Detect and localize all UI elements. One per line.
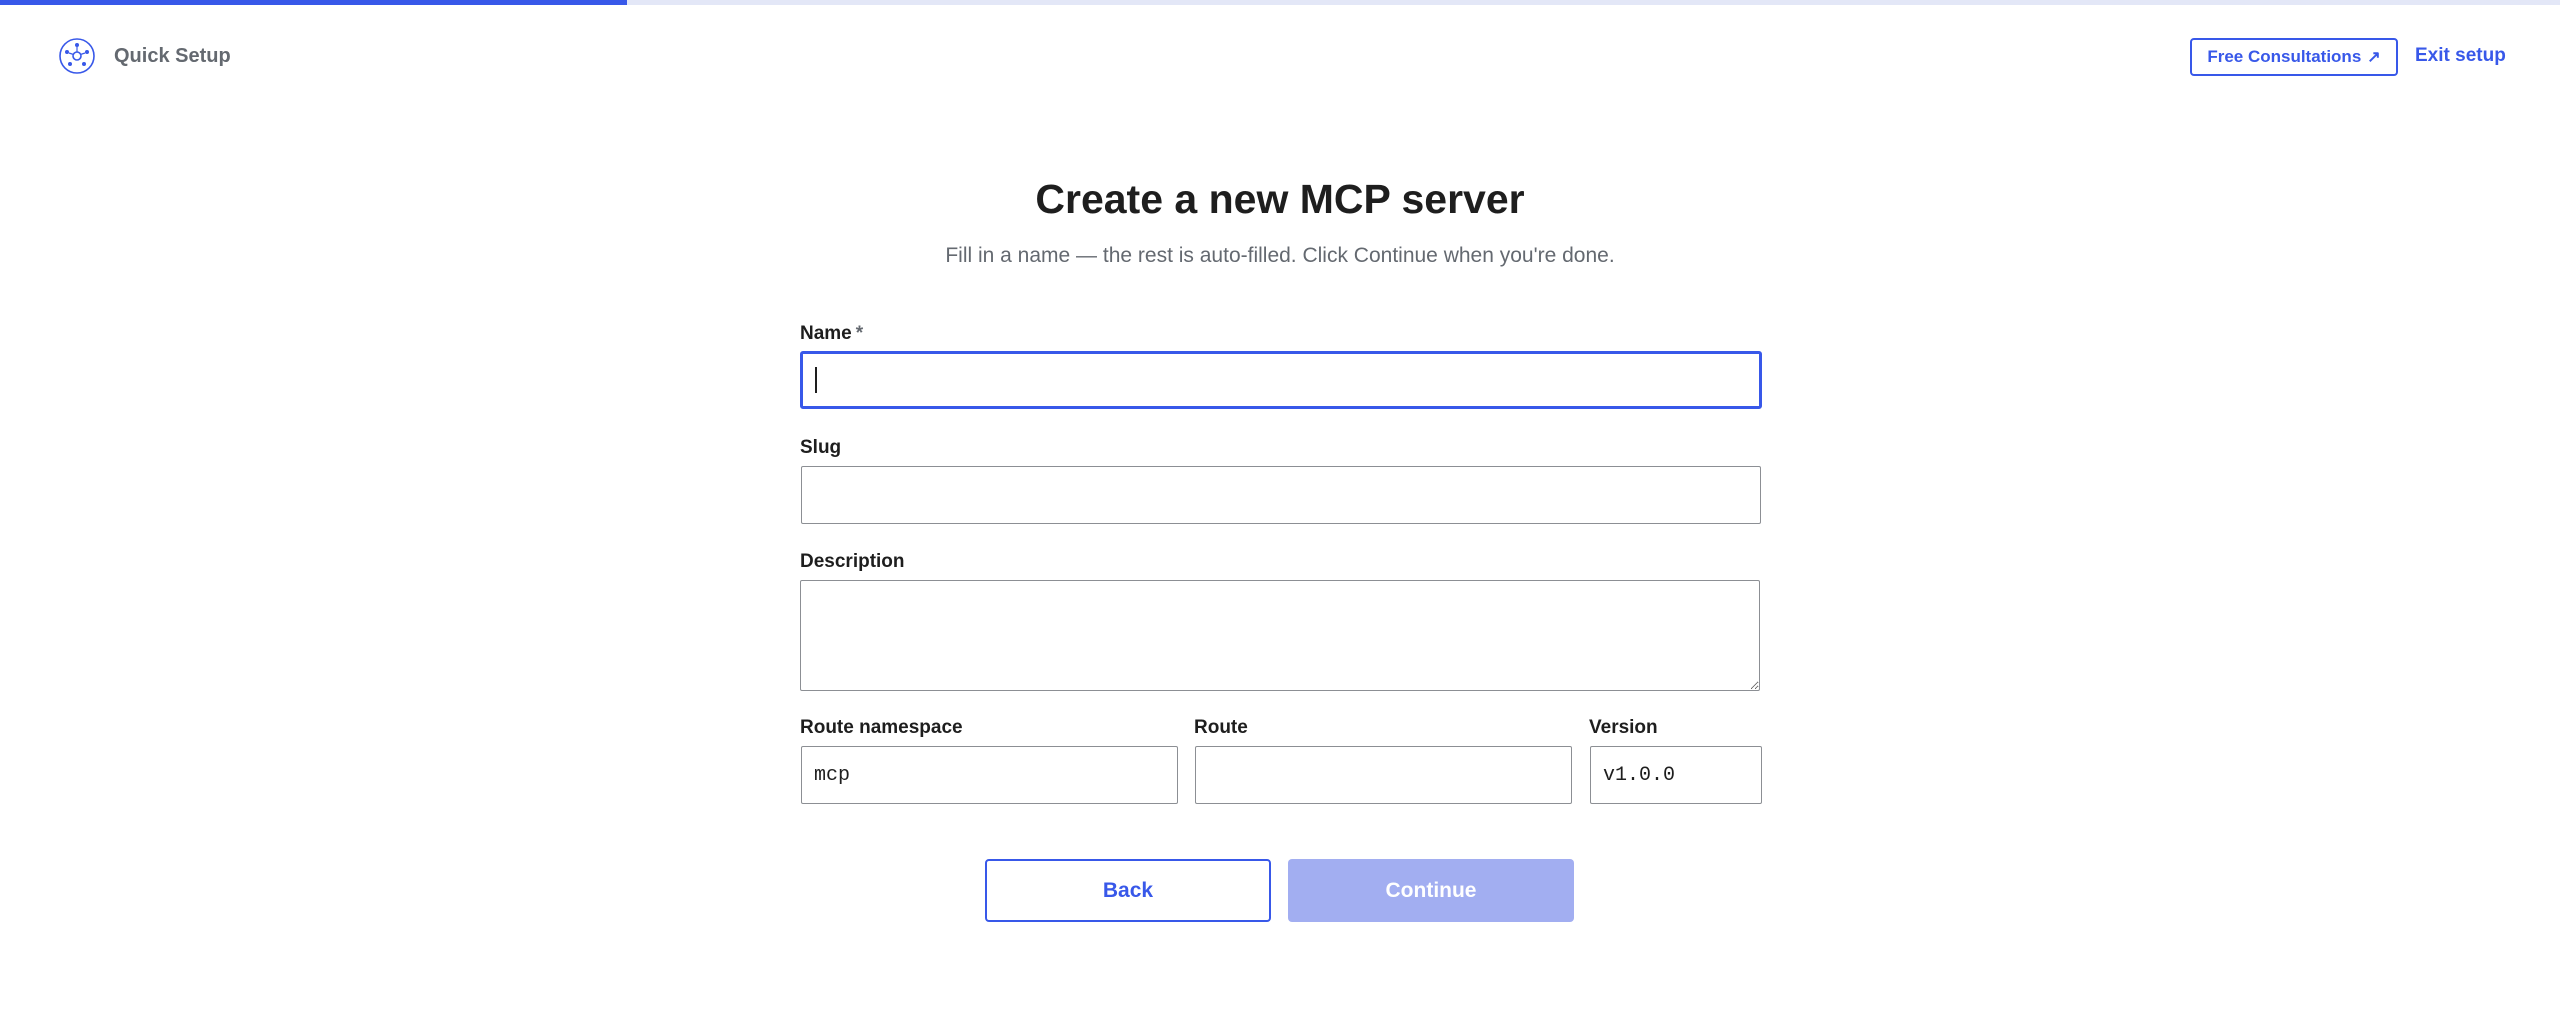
- exit-setup-link[interactable]: Exit setup: [2415, 45, 2506, 67]
- brand: Quick Setup: [58, 37, 231, 75]
- text-caret: [815, 367, 817, 393]
- back-button[interactable]: Back: [985, 859, 1271, 922]
- route-namespace-label: Route namespace: [800, 717, 963, 738]
- external-arrow-icon: ↗: [2367, 49, 2381, 66]
- route-namespace-input[interactable]: [801, 746, 1178, 804]
- top-bar: Quick Setup Free Consultations ↗ Exit se…: [0, 5, 2560, 111]
- continue-button[interactable]: Continue: [1288, 859, 1574, 922]
- version-label: Version: [1589, 717, 1658, 738]
- route-label: Route: [1194, 717, 1248, 738]
- slug-input[interactable]: [801, 466, 1761, 524]
- free-consultations-button[interactable]: Free Consultations ↗: [2190, 38, 2398, 76]
- route-input[interactable]: [1195, 746, 1572, 804]
- name-label: Name *: [800, 323, 863, 345]
- page-title: Create a new MCP server: [1035, 176, 1525, 222]
- name-label-text: Name: [800, 323, 852, 344]
- version-input[interactable]: [1590, 746, 1762, 804]
- slug-label: Slug: [800, 437, 842, 458]
- page-subtitle: Fill in a name — the rest is auto-filled…: [945, 244, 1615, 267]
- required-mark: *: [855, 323, 864, 344]
- app-title: Quick Setup: [114, 44, 231, 67]
- free-consultations-label: Free Consultations: [2207, 47, 2362, 66]
- description-textarea[interactable]: [800, 580, 1760, 691]
- network-hub-icon: [59, 38, 95, 74]
- name-input[interactable]: [800, 351, 1762, 409]
- description-label: Description: [800, 551, 905, 572]
